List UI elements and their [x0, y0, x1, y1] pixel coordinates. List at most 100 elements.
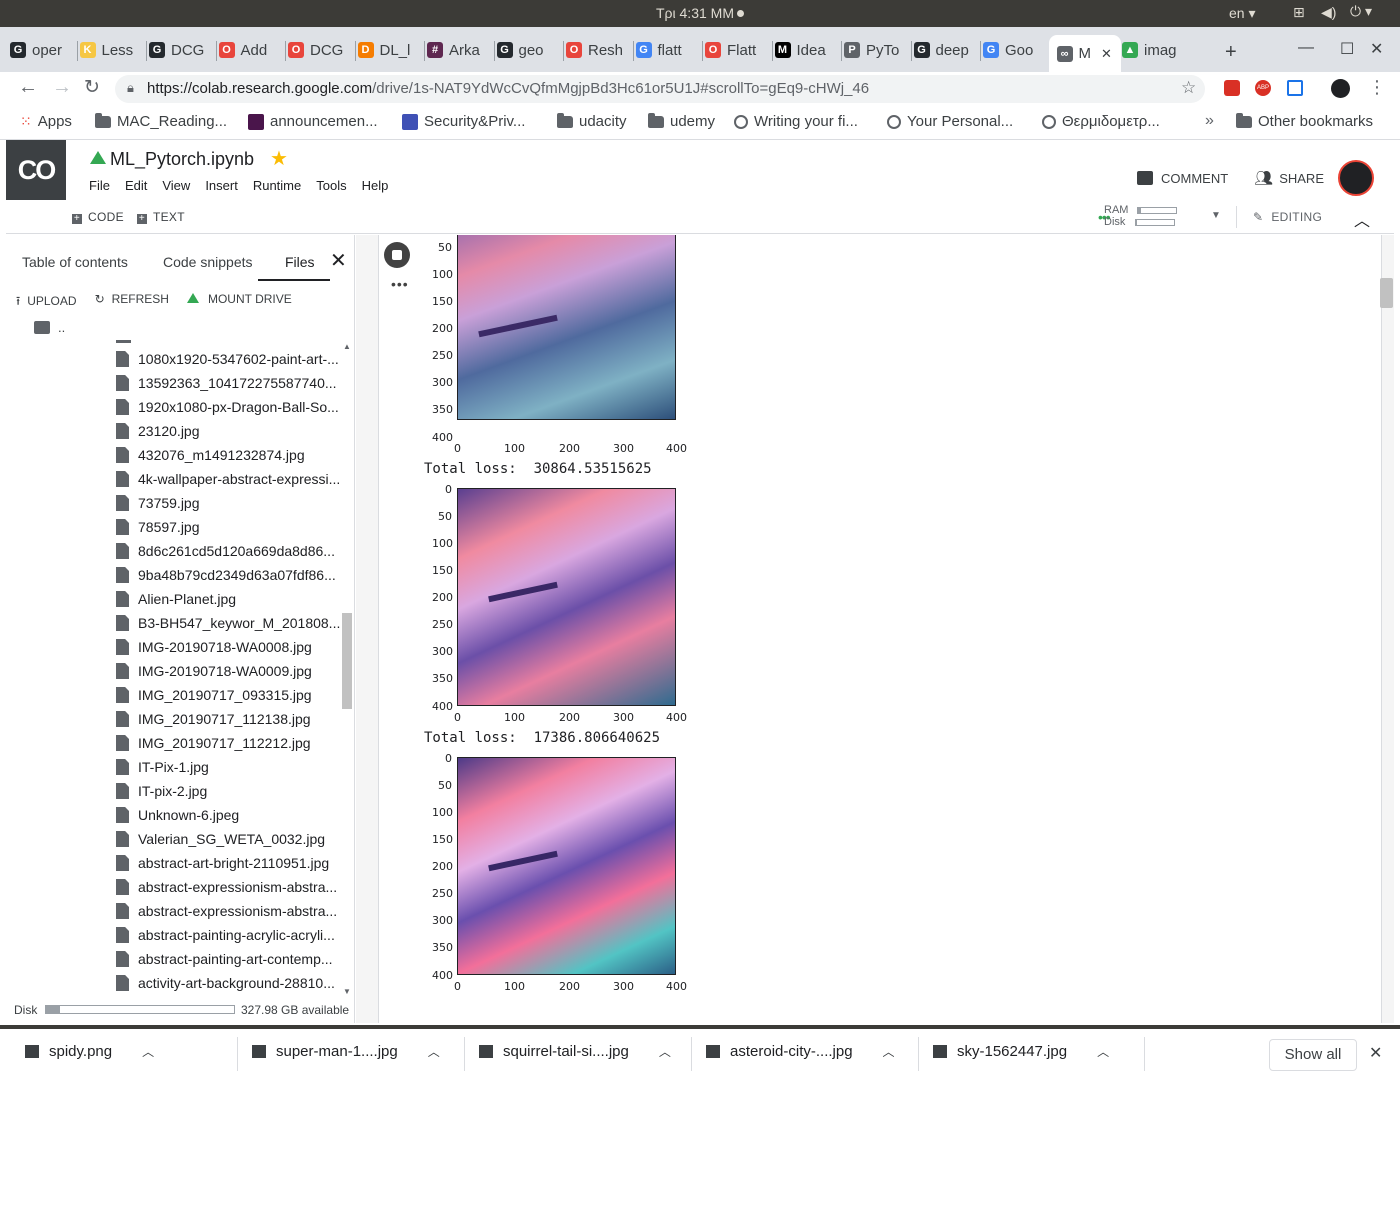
language-indicator[interactable]: en ▾ — [1229, 5, 1256, 22]
adblock-icon[interactable]: ABP — [1255, 80, 1271, 96]
notebook-title[interactable]: ML_Pytorch.ipynb — [110, 149, 254, 170]
file-item[interactable]: IMG-20190718-WA0009.jpg — [116, 659, 346, 683]
file-item[interactable]: 1920x1080-px-Dragon-Ball-So... — [116, 395, 346, 419]
file-item[interactable]: 73759.jpg — [116, 491, 346, 515]
other-bookmarks[interactable]: Other bookmarks — [1236, 112, 1373, 130]
parent-directory[interactable]: .. — [34, 320, 65, 335]
file-item[interactable]: abstract-expressionism-abstra... — [116, 875, 346, 899]
download-item[interactable]: squirrel-tail-si....jpg ︿ — [479, 1043, 671, 1060]
file-item[interactable]: 13592363_104172275587740... — [116, 371, 346, 395]
chevron-up-icon[interactable]: ︿ — [142, 1043, 154, 1060]
file-item[interactable]: 432076_m1491232874.jpg — [116, 443, 346, 467]
cell-more-icon[interactable]: ••• — [391, 276, 409, 292]
bookmarks-overflow-icon[interactable]: » — [1205, 112, 1214, 130]
file-item[interactable]: IT-pix-2.jpg — [116, 779, 346, 803]
profile-avatar-icon[interactable] — [1331, 79, 1350, 98]
browser-tab[interactable]: Goper — [10, 35, 74, 65]
close-downloads-icon[interactable]: ✕ — [1369, 1043, 1382, 1063]
browser-tab[interactable]: O Resh — [566, 35, 630, 65]
bookmark-security-privacy[interactable]: Security&Priv... — [402, 113, 525, 130]
scroll-up-arrow[interactable]: ▲ — [343, 342, 351, 351]
star-icon[interactable]: ★ — [270, 146, 288, 171]
browser-tab[interactable]: D DL_l — [357, 35, 422, 65]
file-item[interactable]: 4k-wallpaper-abstract-expressi... — [116, 467, 346, 491]
browser-tab[interactable]: # Arka — [427, 35, 491, 65]
close-sidebar-icon[interactable]: ✕ — [330, 248, 347, 273]
notebook-scrollbar-thumb[interactable] — [1380, 278, 1393, 308]
tab-table-of-contents[interactable]: Table of contents — [22, 254, 128, 270]
menu-file[interactable]: File — [89, 178, 110, 193]
file-item[interactable]: abstract-painting-art-contemp... — [116, 947, 346, 971]
lock-icon[interactable]: 🔒︎ — [127, 80, 134, 96]
refresh-button[interactable]: ↻ REFRESH — [95, 292, 169, 313]
download-item[interactable]: spidy.png ︿ — [25, 1043, 154, 1060]
browser-tab[interactable]: Gflatt — [635, 35, 700, 65]
file-item[interactable]: IMG-20190718-WA0008.jpg — [116, 635, 346, 659]
file-item[interactable]: Alien-Planet.jpg — [116, 587, 346, 611]
browser-tab[interactable]: ∞ M ✕ — [1048, 35, 1121, 72]
scroll-down-arrow[interactable]: ▼ — [343, 987, 351, 996]
menu-edit[interactable]: Edit — [125, 178, 147, 193]
browser-tab[interactable]: M Idea — [774, 35, 839, 65]
file-item[interactable]: IMG_20190717_112212.jpg — [116, 731, 346, 755]
browser-tab[interactable]: Gdeep — [913, 35, 978, 65]
download-item[interactable]: sky-1562447.jpg ︿ — [933, 1043, 1109, 1060]
file-item[interactable]: Valerian_SG_WETA_0032.jpg — [116, 827, 346, 851]
browser-tab[interactable]: P PyTo — [844, 35, 908, 65]
file-item[interactable]: IMG_20190717_112138.jpg — [116, 707, 346, 731]
bookmark-udemy[interactable]: udemy — [648, 112, 715, 130]
mount-drive-button[interactable]: MOUNT DRIVE — [186, 292, 292, 313]
power-icon[interactable]: ⏻ ▾ — [1350, 3, 1372, 20]
tab-files[interactable]: Files — [285, 254, 315, 270]
browser-tab[interactable]: ▲ imag — [1122, 35, 1186, 65]
comment-button[interactable]: COMMENT — [1136, 170, 1228, 186]
browser-tab[interactable]: O DCG — [288, 35, 352, 65]
runtime-dropdown-icon[interactable]: ▼ — [1211, 210, 1221, 221]
bookmark-thermidometr[interactable]: Θερμιδομετρ... — [1042, 113, 1160, 130]
ram-disk-indicator[interactable]: RAM Disk — [1104, 204, 1178, 228]
file-item[interactable]: 9ba48b79cd2349d63a07fdf86... — [116, 563, 346, 587]
minimize-icon[interactable]: — — [1298, 39, 1314, 57]
file-item[interactable]: 8d6c261cd5d120a669da8d86... — [116, 539, 346, 563]
add-code-button[interactable]: + CODE — [72, 210, 124, 224]
stop-execution-button[interactable] — [384, 242, 410, 268]
menu-runtime[interactable]: Runtime — [253, 178, 301, 193]
chevron-up-icon[interactable]: ︿ — [659, 1043, 671, 1060]
account-avatar[interactable] — [1338, 160, 1374, 196]
bookmark-apps[interactable]: ⁙ Apps — [20, 113, 72, 130]
bookmark-your-personal[interactable]: Your Personal... — [887, 113, 1013, 130]
browser-tab[interactable]: O Add — [218, 35, 283, 65]
bookmark-mac-reading[interactable]: MAC_Reading... — [95, 112, 227, 130]
menu-insert[interactable]: Insert — [205, 178, 238, 193]
colab-logo[interactable]: CO — [6, 140, 66, 200]
network-icon[interactable]: ⊞ — [1293, 4, 1305, 21]
reload-icon[interactable]: ↻ — [84, 76, 100, 99]
close-tab-icon[interactable]: ✕ — [1101, 46, 1112, 62]
file-item[interactable]: abstract-expressionism-abstra... — [116, 899, 346, 923]
browser-tab[interactable]: O Flatt — [705, 35, 769, 65]
menu-tools[interactable]: Tools — [316, 178, 346, 193]
close-window-icon[interactable]: ✕ — [1370, 39, 1383, 59]
file-item[interactable]: IMG_20190717_093315.jpg — [116, 683, 346, 707]
file-item[interactable]: abstract-painting-acrylic-acryli... — [116, 923, 346, 947]
chrome-menu-icon[interactable]: ⋮ — [1368, 77, 1386, 98]
volume-icon[interactable]: ◀) — [1321, 4, 1336, 21]
extension-blue-icon[interactable] — [1287, 80, 1303, 96]
browser-tab[interactable]: G Goo — [983, 35, 1047, 65]
file-item[interactable]: B3-BH547_keywor_M_201808... — [116, 611, 346, 635]
new-tab-button[interactable]: + — [1225, 41, 1237, 64]
bookmark-announcements[interactable]: announcemen... — [248, 113, 378, 130]
file-item[interactable]: 78597.jpg — [116, 515, 346, 539]
share-button[interactable]: 👥︎ SHARE — [1254, 169, 1324, 187]
chevron-up-icon[interactable]: ︿ — [428, 1043, 440, 1060]
bookmark-writing-your[interactable]: Writing your fi... — [734, 113, 858, 130]
address-bar[interactable]: 🔒︎ https://colab.research.google.com/dri… — [115, 75, 1205, 103]
file-item[interactable]: 23120.jpg — [116, 419, 346, 443]
file-item[interactable]: IT-Pix-1.jpg — [116, 755, 346, 779]
editing-mode-button[interactable]: ✎ EDITING — [1253, 210, 1322, 224]
file-item[interactable]: 1080x1920-5347602-paint-art-... — [116, 347, 346, 371]
menu-view[interactable]: View — [162, 178, 190, 193]
forward-icon[interactable]: → — [52, 76, 72, 99]
add-text-button[interactable]: + TEXT — [137, 210, 185, 224]
download-item[interactable]: asteroid-city-....jpg ︿ — [706, 1043, 895, 1060]
